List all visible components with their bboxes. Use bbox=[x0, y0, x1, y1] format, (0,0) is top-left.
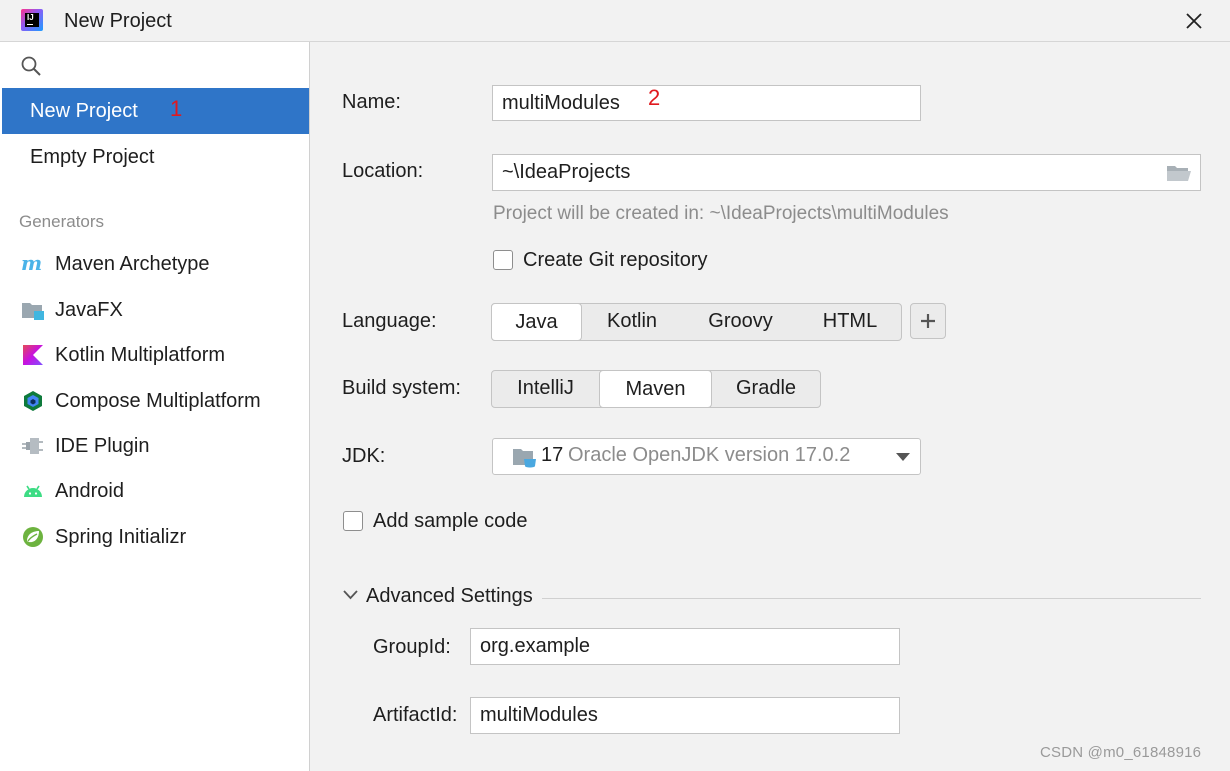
name-label: Name: bbox=[342, 91, 401, 113]
compose-icon bbox=[24, 391, 42, 411]
project-settings-panel: Name: multiModules 2 Location: ~\IdeaPro… bbox=[310, 42, 1230, 771]
sidebar: New Project 1 Empty Project Generators m… bbox=[0, 42, 310, 771]
generator-label: Kotlin Multiplatform bbox=[55, 344, 226, 366]
build-system-selector: IntelliJ Maven Gradle bbox=[491, 370, 821, 408]
jdk-dropdown[interactable]: 17 Oracle OpenJDK version 17.0.2 bbox=[492, 438, 921, 475]
build-system-label: Build system: bbox=[342, 377, 461, 399]
artifact-id-input[interactable]: multiModules bbox=[470, 697, 900, 734]
generator-label: JavaFX bbox=[55, 299, 123, 321]
generator-label: Maven Archetype bbox=[55, 253, 210, 275]
language-html-button[interactable]: HTML bbox=[799, 303, 901, 341]
sidebar-item-label: Empty Project bbox=[30, 146, 155, 168]
watermark: CSDN @m0_61848916 bbox=[1040, 744, 1202, 761]
group-id-input[interactable]: org.example bbox=[470, 628, 900, 665]
advanced-settings-toggle[interactable]: Advanced Settings bbox=[366, 585, 533, 608]
maven-icon: m bbox=[21, 253, 42, 275]
add-sample-code-label: Add sample code bbox=[373, 510, 528, 532]
sidebar-item-new-project[interactable]: New Project bbox=[2, 88, 309, 134]
location-label: Location: bbox=[342, 160, 424, 182]
collapse-chevron-icon[interactable] bbox=[343, 590, 358, 600]
javafx-icon bbox=[22, 303, 44, 320]
jdk-description: Oracle OpenJDK version 17.0.2 bbox=[568, 444, 851, 466]
sidebar-item-label: New Project bbox=[30, 100, 138, 122]
name-input[interactable]: multiModules bbox=[492, 85, 921, 121]
sidebar-item-empty-project[interactable]: Empty Project bbox=[2, 134, 309, 180]
generator-javafx[interactable]: JavaFX bbox=[2, 290, 309, 330]
create-git-repository-checkbox[interactable] bbox=[493, 250, 513, 270]
annotation-marker-2: 2 bbox=[648, 85, 661, 110]
generator-label: Android bbox=[55, 480, 124, 502]
android-icon bbox=[24, 485, 42, 497]
generator-kotlin-multiplatform[interactable]: Kotlin Multiplatform bbox=[2, 335, 309, 375]
title-bar: IJ New Project bbox=[0, 0, 1230, 42]
search-icon[interactable] bbox=[20, 55, 42, 77]
generator-android[interactable]: Android bbox=[2, 471, 309, 511]
location-input[interactable]: ~\IdeaProjects bbox=[492, 154, 1201, 191]
intellij-logo-icon: IJ bbox=[21, 9, 43, 31]
language-label: Language: bbox=[342, 310, 437, 332]
group-id-label: GroupId: bbox=[373, 636, 451, 658]
generator-label: IDE Plugin bbox=[55, 435, 150, 457]
generator-maven-archetype[interactable]: m Maven Archetype bbox=[2, 244, 309, 284]
build-maven-button[interactable]: Maven bbox=[599, 370, 712, 408]
close-icon[interactable] bbox=[1180, 8, 1208, 34]
jdk-folder-icon bbox=[513, 449, 536, 468]
plugin-icon bbox=[22, 438, 43, 454]
jdk-version: 17 bbox=[541, 444, 564, 466]
create-git-repository-label: Create Git repository bbox=[523, 249, 708, 271]
generator-compose-multiplatform[interactable]: Compose Multiplatform bbox=[2, 381, 309, 421]
generators-heading: Generators bbox=[19, 212, 105, 231]
name-value: multiModules bbox=[502, 92, 620, 114]
plus-icon bbox=[921, 314, 935, 328]
build-gradle-button[interactable]: Gradle bbox=[712, 370, 820, 408]
generator-ide-plugin[interactable]: IDE Plugin bbox=[2, 426, 309, 466]
location-hint: Project will be created in: ~\IdeaProjec… bbox=[493, 203, 949, 224]
language-groovy-button[interactable]: Groovy bbox=[682, 303, 799, 341]
language-java-button[interactable]: Java bbox=[491, 303, 582, 341]
language-kotlin-button[interactable]: Kotlin bbox=[582, 303, 682, 341]
generator-label: Compose Multiplatform bbox=[55, 390, 261, 412]
group-id-value: org.example bbox=[480, 635, 591, 657]
kotlin-icon bbox=[23, 345, 43, 365]
add-sample-code-checkbox[interactable] bbox=[343, 511, 363, 531]
annotation-marker-1: 1 bbox=[170, 96, 183, 121]
jdk-label: JDK: bbox=[342, 445, 386, 467]
build-intellij-button[interactable]: IntelliJ bbox=[491, 370, 600, 408]
artifact-id-label: ArtifactId: bbox=[373, 704, 458, 726]
chevron-down-icon bbox=[896, 453, 910, 461]
add-language-button[interactable] bbox=[910, 303, 946, 339]
spring-icon bbox=[23, 527, 43, 547]
generator-spring-initializr[interactable]: Spring Initializr bbox=[2, 517, 309, 557]
language-selector: Java Kotlin Groovy HTML bbox=[491, 303, 902, 341]
generator-label: Spring Initializr bbox=[55, 526, 187, 548]
advanced-settings-divider bbox=[542, 598, 1201, 599]
window-title: New Project bbox=[64, 10, 172, 32]
artifact-id-value: multiModules bbox=[480, 704, 598, 726]
svg-text:m: m bbox=[21, 253, 42, 275]
browse-folder-icon[interactable] bbox=[1166, 163, 1192, 183]
location-value: ~\IdeaProjects bbox=[502, 161, 631, 183]
